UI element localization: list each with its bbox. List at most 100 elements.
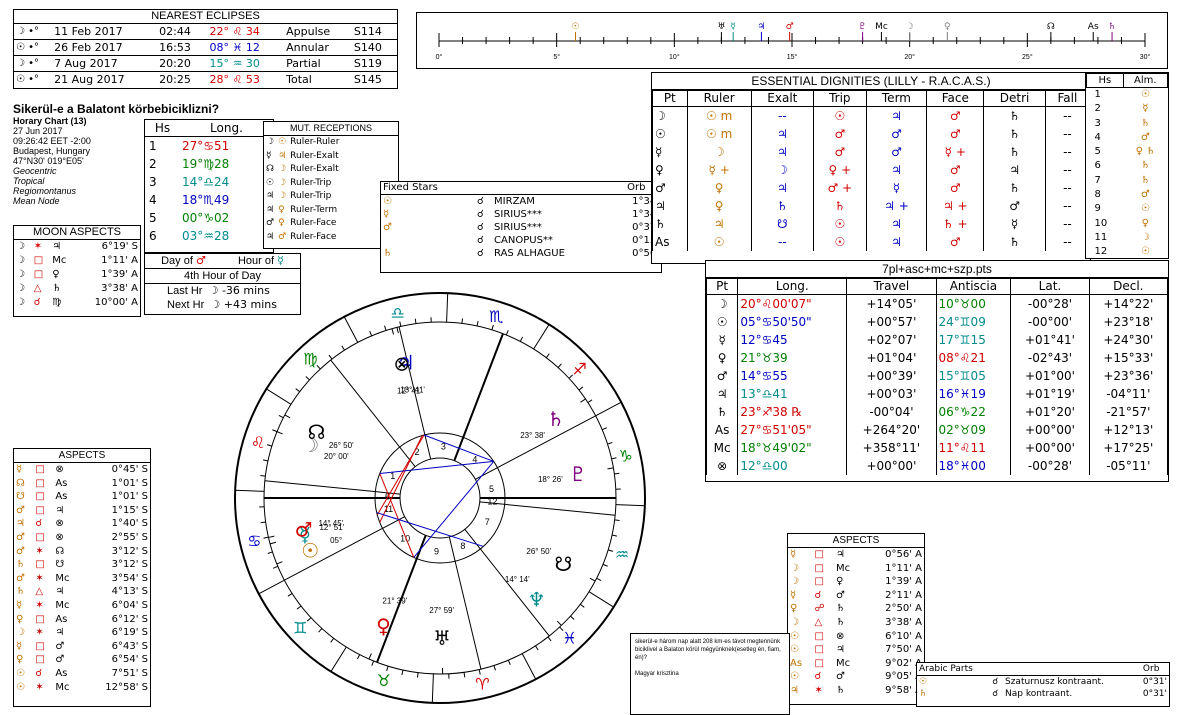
arabic-row: ☉ ☌ Szaturnusz kontraant. 0°31' (917, 676, 1169, 689)
almuten-house: 12 (1094, 246, 1108, 258)
fixed-star-aspect: ☌ (476, 209, 484, 220)
eclipse-date: 7 Aug 2017 (54, 57, 118, 70)
aspect-orb: 9°58' A (885, 684, 922, 696)
zodiac-tick (507, 659, 511, 665)
aspect-type: ✶ (814, 684, 823, 696)
zodiac-tick (296, 605, 302, 610)
house-row: 1 27°♋51 (145, 137, 273, 156)
eclipse-row: ☽ •° 7 Aug 2017 20:20 15° ♒ 30 Partial S119 (14, 56, 397, 72)
arabic-aspect: ☌ (992, 689, 999, 699)
aspect-planet-b: As (55, 477, 68, 489)
mutual-receptions-panel: MUT. RECEPTIONS ☽ ☉ Ruler-Ruler ☿ ♃ Ruler-Exa… (263, 121, 399, 249)
position-declination: +14°22' (1088, 294, 1169, 313)
mutual-row: ☽ ☉ Ruler-Ruler (264, 136, 341, 150)
almuten-row: 9 ☉ (1087, 202, 1168, 216)
dignity-cell: ☽ (686, 143, 752, 161)
mutual-row: ♃ ☽ Ruler-Trip (264, 190, 341, 204)
planet-glyph-icon: ♂ (295, 517, 313, 541)
moon-aspect-planet-b: ♀ (52, 269, 60, 280)
almuten-row: 12 ☉ (1087, 245, 1168, 259)
day-ruler-icon: ♂ (195, 254, 206, 267)
fixed-star-row: ♂ ☌ SIRIUS*** 0°37' (381, 221, 661, 234)
aspect-orb: 1°40' S (111, 518, 148, 530)
position-latitude: +01°41' (1010, 331, 1090, 349)
aspect-type: □ (35, 531, 45, 543)
aspect-left-row: ☉ ✶ Mc 12°58' S (14, 681, 150, 695)
dignity-cell: ☉ (813, 233, 867, 251)
zodiac-tick (356, 654, 361, 660)
dignity-cell: ♃ + (865, 197, 928, 215)
moon-aspect-planet-a: ☽ (16, 297, 25, 308)
position-travel: +00°03' (846, 385, 937, 403)
aspect-planet-a: ♃ (790, 684, 799, 696)
position-antiscia: 16°♓19 (935, 385, 1012, 403)
dignities-row: ☉ ☉ m ♃ ♂ ♂ ♂ ♄ -- (652, 125, 1090, 143)
aspect-type: ✶ (35, 599, 44, 611)
aspect-orb: 3°12' S (111, 559, 148, 571)
aspect-planet-a: ♂ (16, 531, 25, 543)
strip-tick-label: 5° (553, 53, 560, 61)
dignity-cell: ♀ + (813, 161, 867, 179)
planet-glyph-icon: ♇ (569, 462, 587, 486)
dignities-table: Pt Ruler Exalt Trip Term Face Detri Fall ☽ ☉ m -- ☉… (652, 90, 1090, 251)
moon-aspects-title: MOON ASPECTS (14, 226, 140, 240)
arabic-aspect: ☌ (992, 677, 999, 687)
position-row: ♄ 23°♐38 ℞ -00°04' 06°♑22 +01°20' -21°57' (705, 403, 1169, 421)
aspect-orb: 0°56' A (885, 549, 922, 560)
zodiac-tick (267, 551, 273, 554)
aspect-orb: 1°01' S (111, 491, 148, 503)
position-travel: +00°39' (846, 367, 937, 385)
eclipse-date: 11 Feb 2017 (54, 25, 123, 38)
mutual-planet-a: ☉ (266, 177, 275, 188)
zodiac-tick (328, 354, 333, 360)
zodiac-sign-icon: ♊ (293, 619, 307, 638)
dignity-cell: ♃ (865, 161, 928, 179)
last-hour-label: Last Hr (167, 285, 203, 297)
planet-tick (391, 328, 395, 335)
eclipse-position: 28° ♌ 53 (209, 73, 260, 86)
zodiac-tick (521, 653, 537, 680)
dignities-header-cell: Fall (1044, 90, 1090, 107)
almuten-row: 2 ☿ (1087, 102, 1168, 116)
aspect-planet-b: ♄ (836, 616, 845, 628)
aspect-planet-a: ♂ (16, 572, 25, 584)
dignity-cell: ♄ (983, 179, 1046, 197)
dignities-row: ♄ ♃ ☋ ☉ ♃ ♄ + ☿ -- (652, 215, 1090, 233)
aspect-left-row: ♄ □ ☋ 3°12' S (14, 558, 150, 572)
position-travel: +14°05' (846, 294, 937, 313)
zodiac-tick (263, 536, 269, 539)
moon-aspect-row: ☽ □ Mc 1°11' A (14, 254, 140, 268)
mutual-row: ♃ ♀ Ruler-Term (264, 204, 341, 218)
planet-tick (276, 561, 283, 565)
dignity-cell: ♄ (750, 197, 815, 215)
fixed-star-row: ♄ ☌ RAS ALHAGUE 0°56' (381, 247, 661, 260)
mutual-row: ☉ ☽ Ruler-Trip (264, 177, 341, 191)
zodiac-tick (384, 325, 387, 331)
almuten-row: 3 ♄ (1087, 117, 1168, 131)
eclipse-symbol: ☽ •° (16, 58, 40, 69)
arabic-header-cell: Arabic Parts (917, 663, 991, 676)
moon-aspect-row: ☽ ✶ ♃ 6°19' S (14, 240, 140, 254)
aspect-orb: 6°12' S (111, 613, 148, 625)
dignities-row: ♃ ♀ ♄ ♄ ♃ + ♃ + ♂ -- (652, 197, 1090, 215)
planet-tick (396, 327, 399, 334)
chart-question: Sikerül-e a Balatont körbebiciklizni? (13, 102, 220, 116)
dignity-cell: -- (1044, 179, 1090, 197)
aspect-line (413, 461, 495, 558)
aspect-planet-b: As (55, 667, 68, 679)
dignity-cell: ♃ (865, 106, 928, 125)
position-longitude: 23°♐38 ℞ (737, 403, 848, 421)
position-declination: +15°33' (1088, 349, 1169, 367)
almuten-house: 8 (1094, 189, 1101, 201)
houses-panel: Hs Long. 1 27°♋51 2 19°♍28 3 14°♎24 4 18°♏49 5 00°♑… (144, 119, 274, 253)
dignity-cell: ♂ (926, 125, 985, 143)
mutual-planet-a: ☽ (266, 137, 275, 147)
zodiac-tick (341, 345, 345, 351)
position-latitude: +01°19' (1010, 385, 1090, 403)
aspect-type: □ (35, 464, 45, 475)
zodiac-tick (431, 673, 434, 703)
dignity-cell: ♄ (983, 233, 1046, 251)
position-planet: ♄ (705, 403, 739, 421)
aspect-planet-a: ☿ (16, 464, 23, 475)
eclipse-date: 26 Feb 2017 (54, 41, 123, 54)
